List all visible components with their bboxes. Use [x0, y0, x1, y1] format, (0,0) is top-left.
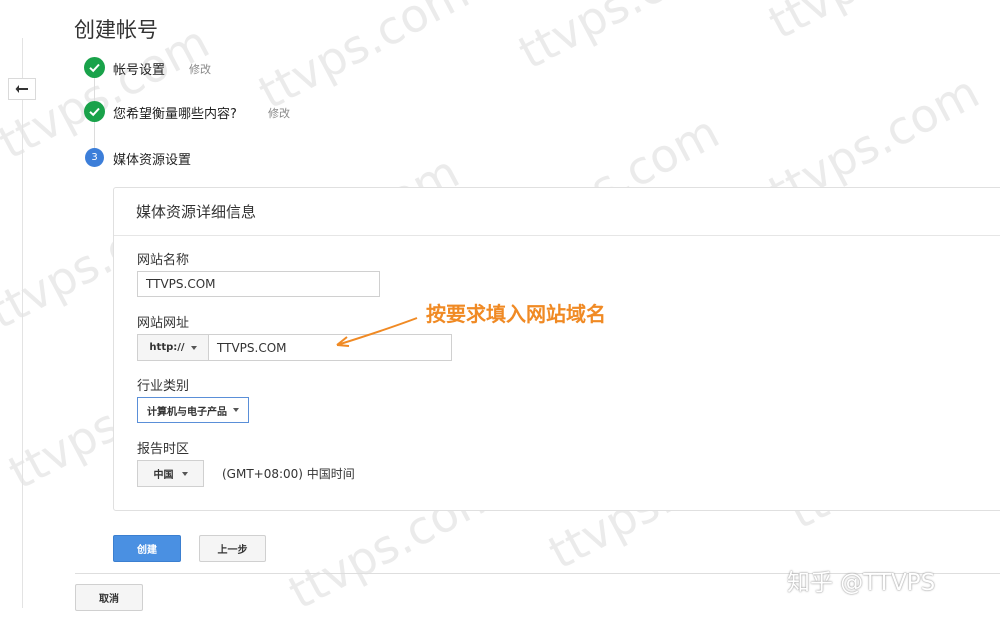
watermark-text: ttvps.com — [510, 0, 738, 80]
step-3-label: 媒体资源设置 — [113, 153, 192, 168]
site-name-label: 网站名称 — [137, 253, 190, 268]
watermark-text: ttvps.com — [760, 0, 988, 50]
site-name-input[interactable]: TTVPS.COM — [137, 271, 380, 297]
credit-watermark: 知乎 @TTVPS — [787, 570, 936, 596]
protocol-dropdown[interactable]: http:// — [137, 334, 209, 361]
panel-title: 媒体资源详细信息 — [136, 203, 257, 221]
country-value: 中国 — [153, 470, 174, 481]
chevron-down-icon — [181, 471, 188, 476]
step-2-edit-link[interactable]: 修改 — [268, 105, 290, 121]
chevron-down-icon — [190, 345, 197, 350]
site-url-label: 网站网址 — [137, 316, 190, 331]
left-rail — [22, 38, 23, 608]
step-2-label: 您希望衡量哪些内容? — [113, 107, 237, 122]
watermark-text: ttvps.com — [250, 0, 478, 120]
annotation-arrow-icon — [336, 317, 418, 347]
timezone-value: (GMT+08:00) 中国时间 — [222, 467, 355, 481]
step-1-label: 帐号设置 — [113, 63, 166, 78]
previous-step-button[interactable]: 上一步 — [199, 535, 266, 562]
cancel-button[interactable]: 取消 — [75, 584, 143, 611]
timezone-label: 报告时区 — [137, 442, 190, 457]
protocol-value: http:// — [149, 342, 185, 353]
create-button[interactable]: 创建 — [113, 535, 181, 562]
page-title: 创建帐号 — [74, 18, 158, 42]
step-1-edit-link[interactable]: 修改 — [189, 61, 211, 77]
industry-value: 计算机与电子产品 — [147, 406, 227, 418]
panel-divider — [114, 235, 1000, 236]
industry-label: 行业类别 — [137, 379, 190, 394]
annotation-text: 按要求填入网站域名 — [426, 302, 606, 326]
chevron-down-icon — [233, 408, 239, 412]
back-button[interactable] — [8, 78, 36, 100]
step-3-number: 3 — [85, 148, 104, 167]
step-done-check-icon — [84, 101, 105, 122]
back-arrow-icon — [15, 85, 28, 93]
step-done-check-icon — [84, 57, 105, 78]
timezone-country-dropdown[interactable]: 中国 — [137, 460, 204, 487]
industry-dropdown[interactable]: 计算机与电子产品 — [137, 397, 249, 423]
step-connector — [94, 78, 95, 102]
step-connector — [94, 122, 95, 148]
